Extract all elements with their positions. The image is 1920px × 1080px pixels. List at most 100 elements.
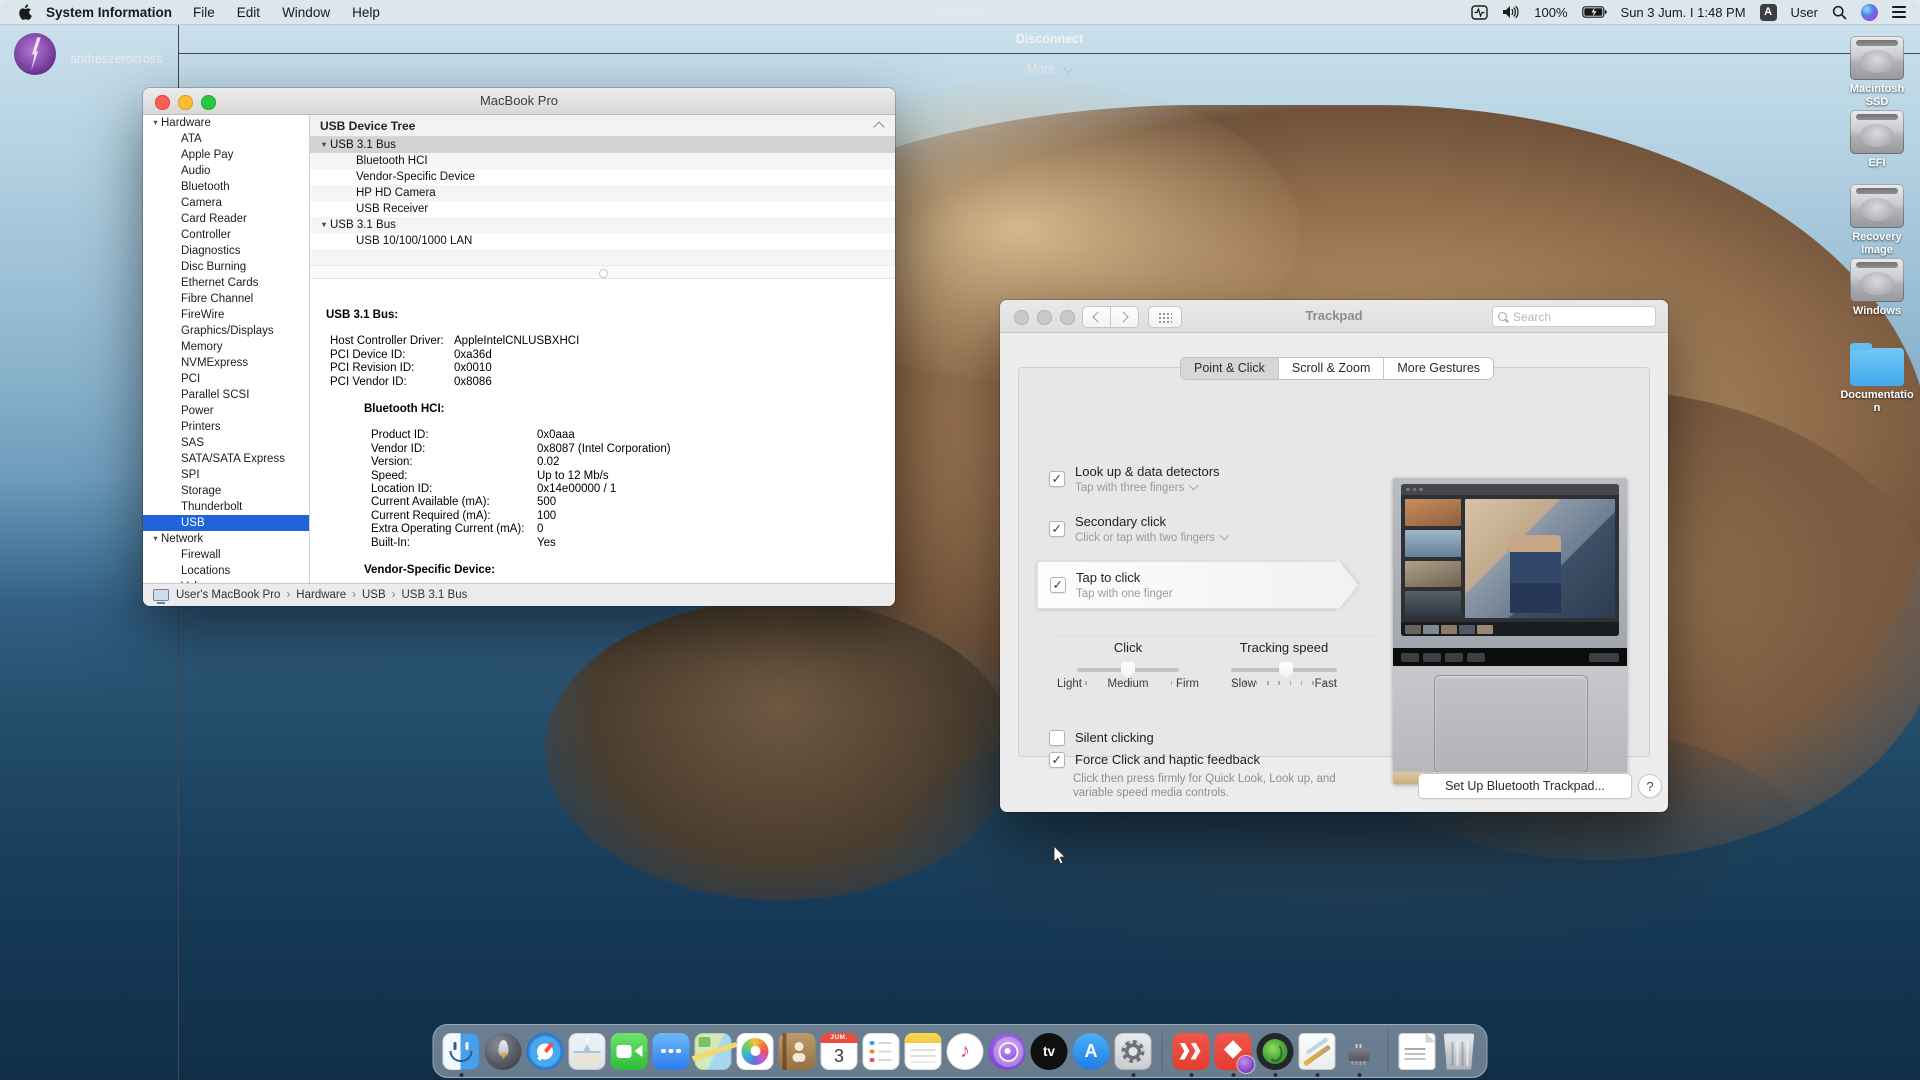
sidebar-item-memory[interactable]: Memory [143, 339, 309, 355]
option-row-force-click-and-haptic-feedback[interactable]: Force Click and haptic feedback [1049, 752, 1260, 768]
sidebar-item-spi[interactable]: SPI [143, 467, 309, 483]
menu-edit[interactable]: Edit [226, 5, 271, 20]
checkbox-look-up-data-detectors[interactable] [1049, 471, 1065, 487]
gesture-setting[interactable]: Click or tap with two fingers [1075, 532, 1228, 544]
spotlight-search-icon[interactable] [1832, 5, 1847, 20]
dock-icon-finder[interactable] [443, 1033, 480, 1070]
dock-icon-launchpad[interactable] [485, 1033, 522, 1070]
desktop-icon-windows[interactable]: Windows [1838, 258, 1916, 318]
dock-icon-trash[interactable] [1441, 1033, 1478, 1070]
tab-more-gestures[interactable]: More Gestures [1384, 358, 1493, 379]
dock-icon-mail[interactable] [569, 1033, 606, 1070]
option-row-silent-clicking[interactable]: Silent clicking [1049, 730, 1154, 746]
sidebar-item-disc-burning[interactable]: Disc Burning [143, 259, 309, 275]
tree-row-vendor-specific-device[interactable]: Vendor-Specific Device [310, 169, 895, 185]
sidebar-item-sas[interactable]: SAS [143, 435, 309, 451]
search-field[interactable] [1492, 306, 1656, 327]
menu-file[interactable]: File [182, 5, 226, 20]
dock-icon-system-preferences[interactable] [1115, 1033, 1152, 1070]
tree-row-usb-10-100-1000-lan[interactable]: USB 10/100/1000 LAN [310, 233, 895, 249]
gesture-row-secondary-click[interactable]: Secondary clickClick or tap with two fin… [1049, 514, 1349, 544]
tab-scroll-zoom[interactable]: Scroll & Zoom [1279, 358, 1385, 379]
desktop-icon-recovery-image[interactable]: Recovery Image [1838, 184, 1916, 256]
sidebar-item-pci[interactable]: PCI [143, 371, 309, 387]
desktop-icon-documentation[interactable]: Documentation [1838, 342, 1916, 414]
breadcrumb-segment[interactable]: Hardware [296, 589, 346, 601]
volume-icon[interactable] [1502, 5, 1520, 19]
sidebar-item-graphics-displays[interactable]: Graphics/Displays [143, 323, 309, 339]
sidebar-item-sata-sata-express[interactable]: SATA/SATA Express [143, 451, 309, 467]
dock-icon-calendar[interactable]: JUM.3 [821, 1033, 858, 1070]
pane-splitter[interactable] [310, 265, 895, 279]
desktop-icon-macintosh-ssd[interactable]: Macintosh SSD [1838, 36, 1916, 108]
sidebar-item-firewall[interactable]: Firewall [143, 547, 309, 563]
sidebar-item-ata[interactable]: ATA [143, 131, 309, 147]
sidebar-item-hardware[interactable]: ▼Hardware [143, 115, 309, 131]
menu-bar-clock[interactable]: Sun 3 Jum. I 1:48 PM [1621, 5, 1746, 20]
tracking-speed-slider[interactable] [1231, 668, 1337, 672]
tab-point-click[interactable]: Point & Click [1181, 358, 1279, 379]
siri-icon[interactable] [1861, 4, 1878, 21]
tree-row-usb-3-1-bus[interactable]: ▼USB 3.1 Bus [310, 137, 895, 153]
dock-icon-tor-browser[interactable] [1257, 1033, 1294, 1070]
click-slider-thumb[interactable] [1121, 662, 1135, 678]
sidebar-item-nvmexpress[interactable]: NVMExpress [143, 355, 309, 371]
tree-row-usb-3-1-bus[interactable]: ▼USB 3.1 Bus [310, 217, 895, 233]
sidebar-item-locations[interactable]: Locations [143, 563, 309, 579]
window-titlebar[interactable]: MacBook Pro [143, 88, 895, 115]
sidebar-item-card-reader[interactable]: Card Reader [143, 211, 309, 227]
battery-icon[interactable] [1582, 6, 1607, 18]
dock-icon-photos[interactable] [737, 1033, 774, 1070]
dock-icon-safari[interactable] [527, 1033, 564, 1070]
dock-icon-tv[interactable]: tv [1031, 1033, 1068, 1070]
gesture-setting[interactable]: Tap with one finger [1076, 588, 1173, 600]
menu-help[interactable]: Help [341, 5, 391, 20]
sidebar-item-controller[interactable]: Controller [143, 227, 309, 243]
checkbox-secondary-click[interactable] [1049, 521, 1065, 537]
gesture-row-look-up-data-detectors[interactable]: Look up & data detectorsTap with three f… [1049, 464, 1349, 494]
fast-user-switch-label[interactable]: User [1791, 5, 1818, 20]
setup-bluetooth-trackpad-button[interactable]: Set Up Bluetooth Trackpad... [1418, 773, 1632, 799]
dock-icon-anydesk-session[interactable] [1215, 1033, 1252, 1070]
tree-row-bluetooth-hci[interactable]: Bluetooth HCI [310, 153, 895, 169]
breadcrumb-segment[interactable]: User's MacBook Pro [176, 589, 280, 601]
sidebar-item-camera[interactable]: Camera [143, 195, 309, 211]
sidebar-item-audio[interactable]: Audio [143, 163, 309, 179]
usb-device-tree-header[interactable]: USB Device Tree [310, 115, 895, 137]
disclosure-triangle-icon[interactable]: ▼ [318, 137, 330, 153]
disconnect-button[interactable]: Disconnect [179, 24, 1920, 53]
sidebar-item-printers[interactable]: Printers [143, 419, 309, 435]
sidebar-item-fibre-channel[interactable]: Fibre Channel [143, 291, 309, 307]
sidebar-item-power[interactable]: Power [143, 403, 309, 419]
menu-window[interactable]: Window [271, 5, 341, 20]
dock-icon-contacts[interactable] [779, 1033, 816, 1070]
gesture-row-tap-to-click[interactable]: Tap to clickTap with one finger [1037, 561, 1338, 609]
sidebar-item-usb[interactable]: USB [143, 515, 309, 531]
disclosure-triangle-icon[interactable]: ▼ [150, 115, 161, 131]
notification-center-icon[interactable] [1892, 6, 1906, 18]
splitter-grip-icon[interactable] [599, 269, 608, 278]
dock-icon-messages[interactable] [653, 1033, 690, 1070]
sidebar-item-ethernet-cards[interactable]: Ethernet Cards [143, 275, 309, 291]
dock-icon-app-store[interactable] [1073, 1033, 1110, 1070]
apple-menu-icon[interactable] [14, 4, 36, 20]
dock-icon-anydesk[interactable] [1173, 1033, 1210, 1070]
dock-icon-reminders[interactable] [863, 1033, 900, 1070]
sidebar-item-parallel-scsi[interactable]: Parallel SCSI [143, 387, 309, 403]
desktop-icon-efi[interactable]: EFI [1838, 110, 1916, 170]
click-pressure-slider[interactable] [1077, 668, 1179, 672]
breadcrumb-segment[interactable]: USB 3.1 Bus [402, 589, 468, 601]
disclosure-triangle-icon[interactable]: ▼ [318, 217, 330, 233]
sidebar-item-thunderbolt[interactable]: Thunderbolt [143, 499, 309, 515]
tree-row-hp-hd-camera[interactable]: HP HD Camera [310, 185, 895, 201]
checkbox-tap-to-click[interactable] [1050, 577, 1066, 593]
checkbox-force-click-and-haptic-feedback[interactable] [1049, 752, 1065, 768]
gesture-setting[interactable]: Tap with three fingers [1075, 482, 1220, 494]
active-app-name[interactable]: System Information [46, 5, 172, 20]
tree-row-usb-receiver[interactable]: USB Receiver [310, 201, 895, 217]
window-titlebar[interactable]: Trackpad [1000, 300, 1668, 333]
sidebar-item-apple-pay[interactable]: Apple Pay [143, 147, 309, 163]
dock-icon-system-tool[interactable] [1341, 1033, 1378, 1070]
activity-monitor-icon[interactable] [1471, 5, 1488, 20]
dock-icon-install-assistant[interactable] [1299, 1033, 1336, 1070]
